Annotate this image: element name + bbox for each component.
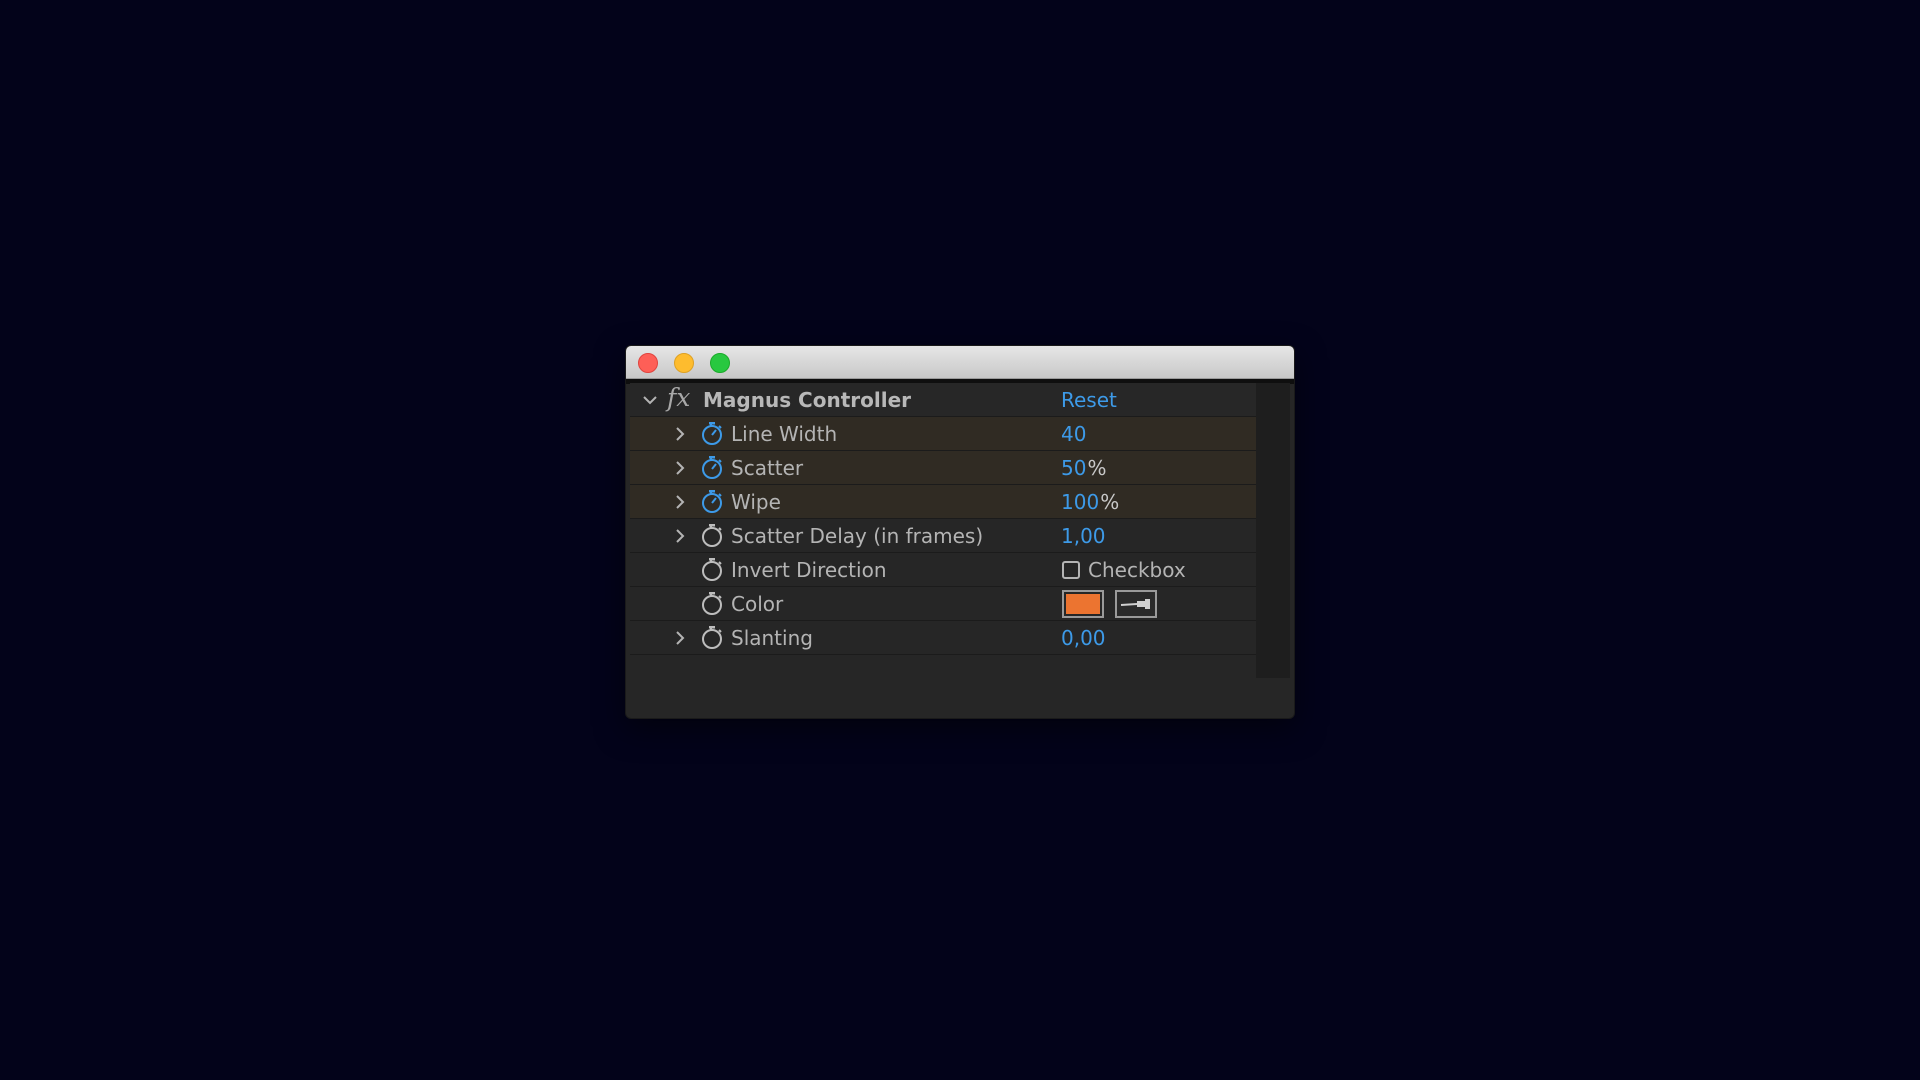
param-value-scrubber[interactable]: 100% — [1061, 490, 1119, 514]
param-name: Color — [731, 591, 784, 616]
color-swatch-fill — [1066, 593, 1100, 614]
param-name: Invert Direction — [731, 557, 887, 582]
param-name: Slanting — [731, 625, 813, 650]
param-name: Scatter Delay (in frames) — [731, 523, 984, 548]
maximize-button[interactable] — [710, 353, 730, 373]
param-name: Line Width — [731, 421, 838, 446]
param-value-scrubber[interactable]: 50% — [1061, 456, 1106, 480]
param-row-invert-direction: Invert Direction Checkbox — [630, 553, 1256, 587]
chevron-right-icon[interactable] — [673, 630, 687, 645]
param-name: Wipe — [731, 489, 781, 514]
invert-direction-checkbox[interactable] — [1062, 560, 1080, 579]
minimize-button[interactable] — [674, 353, 694, 373]
chevron-right-icon[interactable] — [673, 494, 687, 509]
eyedropper-icon[interactable] — [1115, 589, 1157, 618]
chevron-right-icon[interactable] — [673, 460, 687, 475]
close-button[interactable] — [638, 353, 658, 373]
scrollbar-gutter[interactable] — [1256, 383, 1290, 678]
effect-name: Magnus Controller — [703, 387, 912, 412]
unit-label: % — [1100, 489, 1120, 514]
param-value-scrubber[interactable]: 1,00 — [1061, 524, 1106, 548]
chevron-right-icon[interactable] — [673, 426, 687, 441]
param-name: Scatter — [731, 455, 804, 480]
param-row-color: Color — [630, 587, 1256, 621]
param-row-line-width: Line Width 40 — [630, 417, 1256, 451]
effect-controls-panel: fx Magnus Controller Reset Line Width 40 — [630, 383, 1256, 678]
chevron-right-icon[interactable] — [673, 528, 687, 543]
stopwatch-icon[interactable] — [700, 421, 724, 447]
stopwatch-icon[interactable] — [700, 455, 724, 481]
stopwatch-icon[interactable] — [700, 625, 724, 651]
color-swatch[interactable] — [1062, 589, 1104, 618]
chevron-down-icon[interactable] — [643, 393, 657, 407]
title-bar[interactable] — [626, 346, 1294, 379]
fx-icon[interactable]: fx — [667, 383, 690, 412]
param-row-scatter: Scatter 50% — [630, 451, 1256, 485]
invert-direction-checkbox-group: Checkbox — [1062, 558, 1186, 582]
effect-header-row[interactable]: fx Magnus Controller Reset — [630, 383, 1256, 417]
param-row-slanting: Slanting 0,00 — [630, 621, 1256, 655]
stopwatch-icon[interactable] — [700, 523, 724, 549]
effect-controls-window: fx Magnus Controller Reset Line Width 40 — [626, 346, 1294, 718]
stopwatch-icon[interactable] — [700, 591, 724, 617]
param-row-scatter-delay: Scatter Delay (in frames) 1,00 — [630, 519, 1256, 553]
checkbox-label[interactable]: Checkbox — [1088, 558, 1186, 582]
param-value-scrubber[interactable]: 40 — [1061, 422, 1086, 446]
stopwatch-icon[interactable] — [700, 557, 724, 583]
param-row-wipe: Wipe 100% — [630, 485, 1256, 519]
reset-button[interactable]: Reset — [1061, 388, 1117, 412]
stopwatch-icon[interactable] — [700, 489, 724, 515]
unit-label: % — [1087, 455, 1107, 480]
param-value-scrubber[interactable]: 0,00 — [1061, 626, 1106, 650]
